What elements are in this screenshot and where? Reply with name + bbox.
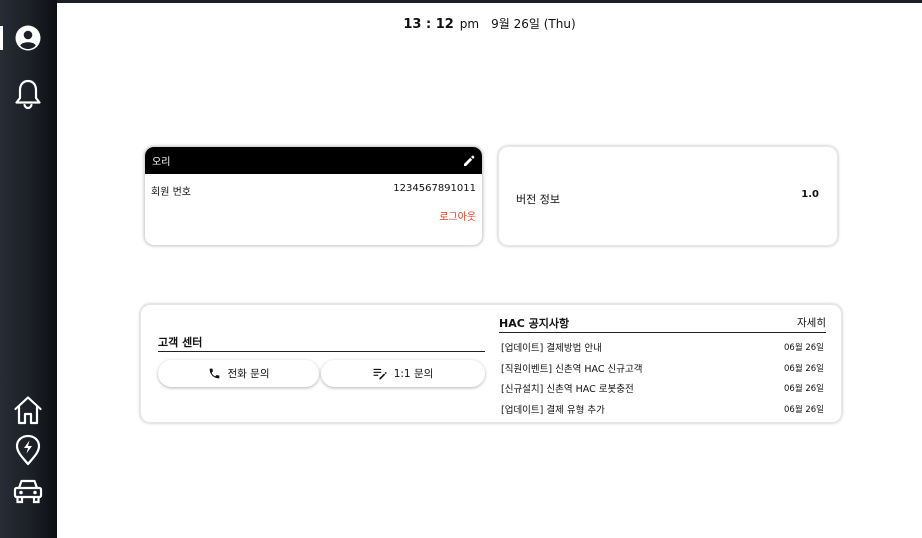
notice-item[interactable]: [신규설치] 신촌역 HAC 로봇충전 06월 26일 (501, 378, 824, 399)
version-label: 버전 정보 (516, 193, 560, 206)
notice-title: HAC 공지사항 (499, 317, 570, 330)
user-card-header: 오리 (145, 147, 482, 174)
clock-date: 9월 26일 (Thu) (491, 17, 576, 31)
sidebar-item-vehicle[interactable] (9, 472, 47, 510)
pencil-icon (464, 155, 475, 166)
status-clock: 13 : 12 pm 9월 26일 (Thu) (57, 15, 922, 32)
bell-icon (15, 79, 41, 110)
notice-item[interactable]: [업데이트] 결제방법 안내 06월 26일 (501, 337, 824, 358)
logout-link[interactable]: 로그아웃 (439, 208, 476, 223)
notice-item[interactable]: [직원이벤트] 신촌역 HAC 신규고객 06월 26일 (501, 358, 824, 379)
version-value: 1.0 (801, 189, 819, 200)
user-name: 오리 (152, 157, 171, 168)
notice-header: HAC 공지사항 자세히 (499, 315, 826, 333)
sidebar-item-notifications[interactable] (9, 75, 47, 113)
notice-item-text: [신규설치] 신촌역 HAC 로봇충전 (501, 384, 634, 396)
edit-profile-button[interactable] (463, 155, 475, 167)
notice-item-date: 06월 26일 (784, 404, 824, 415)
notice-item-date: 06월 26일 (784, 363, 824, 374)
customer-center-title: 고객 센터 (158, 334, 485, 352)
version-card: 버전 정보 1.0 (498, 146, 838, 246)
clock-time: 13 : 12 (403, 17, 454, 32)
phone-inquiry-button[interactable]: 전화 문의 (158, 360, 319, 387)
sidebar-item-charging[interactable] (9, 431, 47, 469)
phone-icon (209, 368, 219, 379)
charging-pin-icon (15, 434, 41, 466)
notice-more-link[interactable]: 자세히 (797, 315, 826, 331)
top-edge (0, 0, 922, 3)
notice-item-date: 06월 26일 (784, 384, 824, 395)
notice-item[interactable]: [업데이트] 결제 유형 추가 06월 26일 (501, 399, 824, 420)
sidebar (0, 0, 57, 538)
home-icon (14, 396, 42, 425)
member-number-row: 회원 번호 1234567891011 (145, 183, 482, 198)
member-number-label: 회원 번호 (151, 187, 191, 198)
clock-ampm: pm (459, 17, 480, 31)
sidebar-item-profile[interactable] (9, 19, 47, 57)
notice-list: [업데이트] 결제방법 안내 06월 26일 [직원이벤트] 신촌역 HAC 신… (501, 337, 824, 419)
notice-item-text: [업데이트] 결제방법 안내 (501, 343, 602, 355)
member-number-value: 1234567891011 (393, 183, 476, 194)
profile-icon (15, 25, 41, 51)
phone-inquiry-label: 전화 문의 (227, 368, 270, 380)
support-card: 고객 센터 전화 문의 1:1 문의 HAC 공지사항 자세히 [업데이트] 결… (140, 304, 842, 423)
one-on-one-inquiry-label: 1:1 문의 (393, 368, 434, 380)
notice-item-text: [업데이트] 결제 유형 추가 (501, 404, 605, 416)
notice-item-date: 06월 26일 (784, 343, 824, 354)
car-icon (13, 479, 43, 504)
edit-note-icon (373, 368, 387, 380)
one-on-one-inquiry-button[interactable]: 1:1 문의 (321, 360, 485, 387)
notice-item-text: [직원이벤트] 신촌역 HAC 신규고객 (501, 363, 643, 375)
sidebar-active-indicator (0, 26, 3, 50)
sidebar-item-home[interactable] (9, 391, 47, 429)
user-card: 오리 회원 번호 1234567891011 로그아웃 (144, 146, 483, 246)
